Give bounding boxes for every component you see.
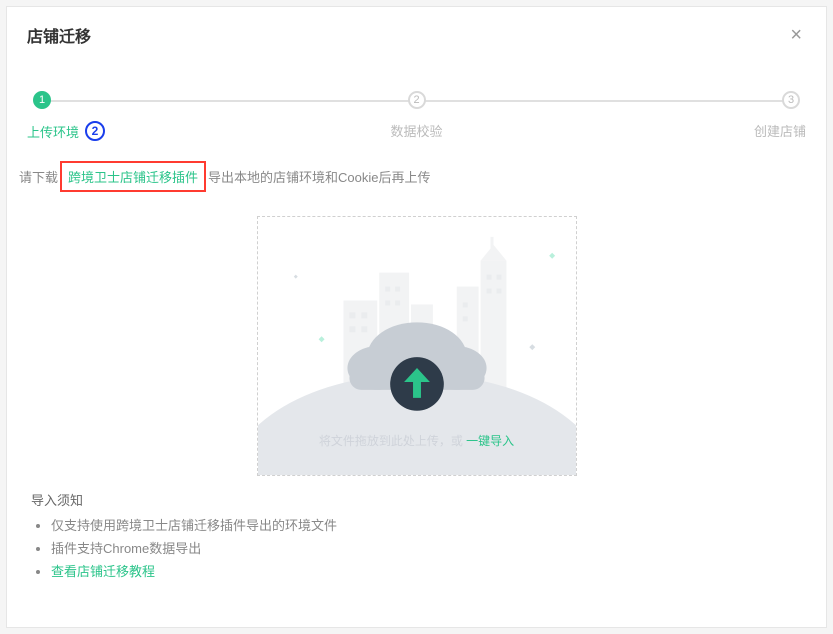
upload-caption: 将文件拖放到此处上传，或 一键导入 xyxy=(258,432,576,449)
notice-list: 仅支持使用跨境卫士店铺迁移插件导出的环境文件 插件支持Chrome数据导出 查看… xyxy=(31,515,802,580)
import-notice: 导入须知 仅支持使用跨境卫士店铺迁移插件导出的环境文件 插件支持Chrome数据… xyxy=(7,476,826,594)
step-label-1: 上传环境 2 xyxy=(27,121,107,141)
modal-title: 店铺迁移 xyxy=(27,23,91,47)
close-icon[interactable]: × xyxy=(786,21,806,49)
list-item: 插件支持Chrome数据导出 xyxy=(51,538,802,557)
upload-drag-text: 将文件拖放到此处上传，或 xyxy=(319,434,466,448)
step-node-2: 2 xyxy=(408,91,426,109)
instruction-suffix: 导出本地的店铺环境和Cookie后再上传 xyxy=(208,170,430,185)
step-label-2: 数据校验 xyxy=(377,121,457,141)
step-label-1-text: 上传环境 xyxy=(27,122,79,141)
notice-title: 导入须知 xyxy=(31,490,802,509)
step-label-3: 创建店铺 xyxy=(726,121,806,141)
annotation-badge-2: 2 xyxy=(85,121,105,141)
list-item: 仅支持使用跨境卫士店铺迁移插件导出的环境文件 xyxy=(51,515,802,534)
step-indicator: 1 2 3 上传环境 2 数据校验 创建店铺 xyxy=(7,63,826,149)
step-bar: 1 2 3 xyxy=(27,91,806,111)
modal-header: 店铺迁移 × xyxy=(7,7,826,63)
step-node-3: 3 xyxy=(782,91,800,109)
step-node-1: 1 xyxy=(33,91,51,109)
store-migration-modal: 店铺迁移 × 1 2 3 上传环境 2 数据校验 创建店铺 请下载跨境卫士店铺迁… xyxy=(6,6,827,628)
step-labels: 上传环境 2 数据校验 创建店铺 xyxy=(27,121,806,141)
upload-dropzone[interactable]: 将文件拖放到此处上传，或 一键导入 xyxy=(257,216,577,476)
list-item: 查看店铺迁移教程 xyxy=(51,561,802,580)
instruction-prefix: 请下载 xyxy=(19,170,58,185)
annotation-highlight-box: 跨境卫士店铺迁移插件 xyxy=(60,161,206,192)
one-click-import-link[interactable]: 一键导入 xyxy=(466,434,514,448)
plugin-download-link[interactable]: 跨境卫士店铺迁移插件 xyxy=(68,170,198,185)
instruction-line: 请下载跨境卫士店铺迁移插件导出本地的店铺环境和Cookie后再上传 xyxy=(7,149,826,198)
tutorial-link[interactable]: 查看店铺迁移教程 xyxy=(51,564,155,579)
